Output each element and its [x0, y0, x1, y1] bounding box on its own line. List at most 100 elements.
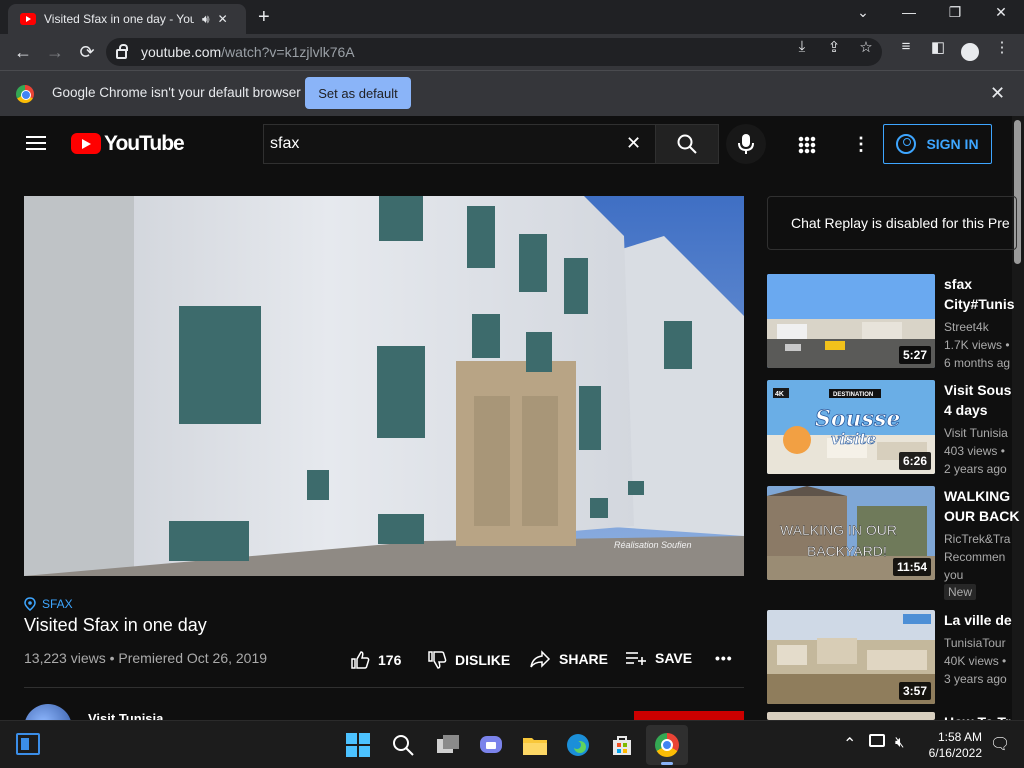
share-label: SHARE [559, 651, 609, 667]
taskbar-search-icon[interactable] [391, 733, 417, 757]
address-bar[interactable]: youtube.com/watch?v=k1zjlvlk76A [106, 38, 882, 66]
microsoft-store-icon[interactable] [610, 733, 636, 757]
edge-browser-icon[interactable] [566, 733, 592, 757]
media-control-icon[interactable]: ≡ [896, 38, 916, 55]
video-player[interactable]: Réalisation Soufien [24, 196, 744, 576]
youtube-wordmark[interactable]: YouTube [104, 132, 185, 156]
video-thumbnail[interactable] [767, 712, 935, 720]
sign-in-button[interactable]: SIGN IN [883, 124, 992, 164]
apps-grid-icon[interactable] [798, 136, 816, 154]
more-actions-icon[interactable]: ••• [715, 650, 733, 666]
thumb-backyard-label: BACKYARD! [807, 543, 887, 559]
recommended-title[interactable]: How To Tr [944, 712, 1024, 720]
save-button[interactable]: SAVE [625, 650, 692, 666]
clear-search-icon[interactable]: ✕ [626, 133, 641, 154]
side-panel-icon[interactable]: ◧ [928, 38, 948, 56]
thumb-visite-label: visite [831, 430, 876, 448]
like-button[interactable]: 176 [350, 650, 401, 670]
tray-overflow-icon[interactable]: ⌃ [843, 734, 856, 754]
share-icon[interactable]: ⇪ [824, 38, 844, 56]
recommended-title[interactable]: WALKING [944, 486, 1024, 506]
audio-playing-icon[interactable]: 🔊︎ [202, 12, 210, 27]
recommended-video[interactable]: 4K DESTINATION Sousse visite 6:26 Visit … [767, 380, 1024, 476]
video-title: Visited Sfax in one day [24, 615, 207, 635]
chrome-menu-icon[interactable]: ⋮ [992, 38, 1012, 56]
video-duration: 11:54 [892, 558, 931, 576]
recommended-video[interactable]: 5:27 sfax City#Tunis Street4k 1.7K views… [767, 274, 1024, 370]
youtube-logo-icon[interactable] [71, 133, 101, 154]
task-view-icon[interactable] [435, 733, 461, 757]
location-tag[interactable]: SFAX [24, 597, 73, 611]
recommended-views: 1.7K views • [944, 338, 1010, 352]
video-thumbnail[interactable]: 5:27 [767, 274, 935, 368]
search-button[interactable] [655, 124, 719, 164]
share-button[interactable]: SHARE [529, 650, 608, 668]
recommended-video[interactable]: WALKING IN OUR BACKYARD! 11:54 WALKING O… [767, 486, 1024, 606]
recommended-views: 40K views • [944, 654, 1007, 668]
network-icon[interactable] [869, 734, 885, 747]
start-windows-icon[interactable] [346, 733, 372, 757]
set-as-default-button[interactable]: Set as default [305, 77, 411, 109]
recommended-age: 2 years ago [944, 462, 1007, 476]
minimize-button[interactable]: — [894, 4, 924, 20]
forward-button[interactable]: → [44, 42, 66, 62]
install-app-icon[interactable]: ⤓ [792, 38, 812, 55]
profile-avatar-icon[interactable] [961, 43, 979, 61]
file-explorer-icon[interactable] [522, 733, 548, 757]
infobar-close-icon[interactable]: ✕ [990, 83, 1005, 104]
settings-more-icon[interactable]: ⋮ [852, 134, 870, 155]
microphone-icon [738, 134, 754, 154]
video-frame: Réalisation Soufien [24, 196, 744, 576]
tab-search-icon[interactable]: ⌄ [848, 4, 878, 21]
save-label: SAVE [655, 650, 693, 666]
search-input[interactable] [270, 135, 610, 153]
tab-title: Visited Sfax in one day - You [44, 12, 194, 26]
recommended-title[interactable]: Visit Sous [944, 380, 1024, 400]
chat-replay-message: Chat Replay is disabled for this Pre [791, 215, 1010, 231]
clock-time: 1:58 AM [937, 730, 982, 744]
thumbs-down-icon [428, 651, 447, 669]
location-label: SFAX [42, 597, 73, 611]
notification-icon[interactable]: 🗨︎ [990, 734, 1010, 754]
volume-muted-icon[interactable]: 🔇︎ [895, 734, 904, 751]
widgets-icon[interactable] [16, 733, 40, 755]
new-tab-button[interactable]: + [258, 6, 270, 29]
window-close-button[interactable]: ✕ [986, 4, 1016, 21]
recommended-video[interactable]: 3:57 La ville de TunisiaTour 40K views •… [767, 610, 1024, 706]
recommended-age: 3 years ago [944, 672, 1007, 686]
browser-tab[interactable]: Visited Sfax in one day - You 🔊︎ ✕ [8, 4, 246, 34]
meta-divider [24, 687, 744, 688]
video-thumbnail[interactable]: WALKING IN OUR BACKYARD! 11:54 [767, 486, 935, 580]
recommended-channel[interactable]: TunisiaTour [944, 634, 1006, 652]
recommended-title-line2[interactable]: 4 days [944, 400, 1024, 420]
video-thumbnail[interactable]: 4K DESTINATION Sousse visite 6:26 [767, 380, 935, 474]
chrome-taskbar-icon [655, 733, 679, 757]
account-circle-icon [896, 134, 917, 154]
teams-chat-icon[interactable] [478, 733, 504, 757]
url-path: /watch?v=k1zjlvlk76A [221, 44, 355, 60]
dislike-button[interactable]: DISLIKE [427, 650, 510, 670]
recommended-channel[interactable]: Visit Tunisia [944, 424, 1008, 442]
recommended-title[interactable]: sfax [944, 274, 1024, 294]
recommended-title-line2[interactable]: City#Tunis [944, 294, 1024, 314]
reload-button[interactable]: ⟳ [76, 42, 98, 62]
video-thumbnail[interactable]: 3:57 [767, 610, 935, 704]
recommended-video[interactable]: How To Tr [767, 712, 1024, 720]
clock[interactable]: 1:58 AM 6/16/2022 [928, 729, 982, 761]
lock-icon[interactable] [116, 44, 128, 59]
location-pin-icon [24, 597, 36, 611]
bookmark-star-icon[interactable]: ☆ [856, 38, 876, 56]
thumb-4k-label: 4K [775, 391, 784, 398]
tab-close-icon[interactable]: ✕ [218, 12, 228, 26]
recommended-title[interactable]: La ville de [944, 610, 1024, 630]
back-button[interactable]: ← [12, 42, 34, 62]
thumb-sousse-label: Sousse [815, 406, 900, 432]
hamburger-menu-icon[interactable] [26, 136, 46, 150]
infobar-message: Google Chrome isn't your default browser [52, 85, 301, 100]
recommended-channel[interactable]: Street4k [944, 318, 989, 336]
chrome-taskbar-button[interactable] [646, 725, 688, 765]
restore-button[interactable]: ❐ [940, 4, 970, 21]
recommended-channel[interactable]: RicTrek&Tra [944, 530, 1010, 548]
recommended-title-line2[interactable]: OUR BACK [944, 506, 1024, 526]
voice-search-button[interactable] [726, 124, 766, 164]
